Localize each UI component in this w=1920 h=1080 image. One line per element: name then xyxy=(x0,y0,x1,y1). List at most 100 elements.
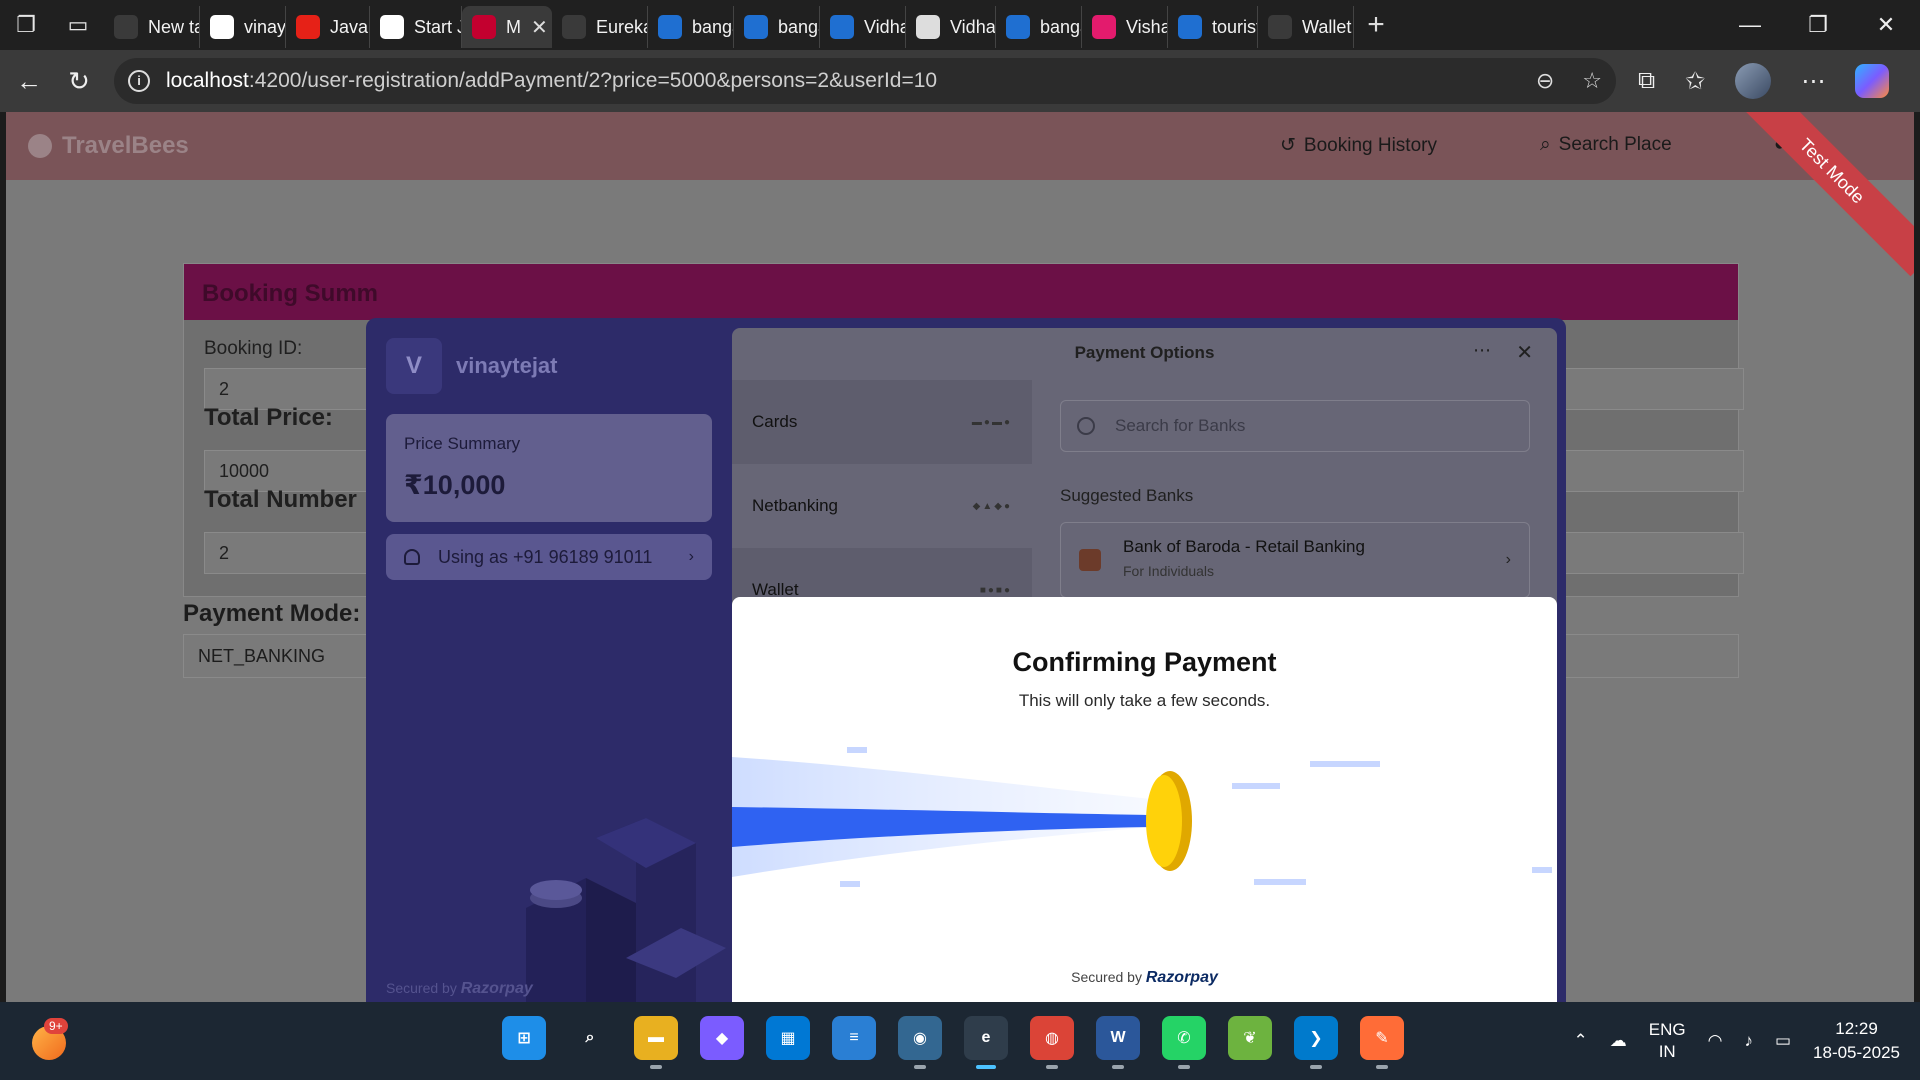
method-netbanking-label: Netbanking xyxy=(752,496,839,515)
method-cards[interactable]: Cards ▬●▬● xyxy=(732,380,1032,464)
battery-icon[interactable]: ▭ xyxy=(1775,1031,1791,1051)
favorite-star-icon[interactable]: ☆ xyxy=(1582,68,1602,94)
onedrive-icon[interactable]: ☁ xyxy=(1610,1031,1627,1051)
buildings-illustration xyxy=(526,818,726,1002)
search-icon: ⌕ xyxy=(1540,134,1551,155)
checkout-sidebar: V vinaytejat Price Summary ₹10,000 Using… xyxy=(366,318,732,1002)
total-price-label: Total Price: xyxy=(204,404,333,431)
browser-tab-label: Start Ja xyxy=(414,16,461,37)
word-icon[interactable]: W xyxy=(1096,1016,1140,1069)
browser-tab[interactable]: bangal xyxy=(648,6,734,48)
coin-transfer-animation xyxy=(732,747,1552,887)
vscode-icon[interactable]: ❯ xyxy=(1294,1016,1338,1069)
brand-logo[interactable]: TravelBees xyxy=(28,132,189,160)
more-options-icon[interactable]: ⋯ xyxy=(1473,340,1491,361)
clock-time: 12:29 xyxy=(1835,1019,1878,1038)
zoom-icon[interactable]: ⊖ xyxy=(1536,68,1554,94)
close-tab-icon[interactable]: ✕ xyxy=(531,15,548,40)
chevron-up-icon[interactable]: ⌃ xyxy=(1574,1031,1588,1051)
browser-tab-label: bangal xyxy=(692,16,733,37)
whatsapp-icon[interactable]: ✆ xyxy=(1162,1016,1206,1069)
browser-tab[interactable]: Vishala xyxy=(1082,6,1168,48)
bank-search-placeholder: Search for Banks xyxy=(1115,416,1246,435)
workspaces-icon[interactable]: ❐ xyxy=(0,0,52,50)
extensions-icon[interactable]: ⧉ xyxy=(1638,67,1655,95)
browser-tab[interactable]: New ta xyxy=(104,6,200,48)
secured-by-left: Secured by Razorpay xyxy=(386,980,533,998)
refresh-icon[interactable]: ↻ xyxy=(54,66,104,97)
browser-tab[interactable]: Eureka xyxy=(552,6,648,48)
more-icon[interactable]: ⋯ xyxy=(1801,67,1825,96)
browser-tab[interactable]: Vidhar xyxy=(820,6,906,48)
start-icon[interactable]: ⊞ xyxy=(502,1016,546,1060)
nav-booking-history-label: Booking History xyxy=(1303,134,1437,156)
url-field[interactable]: i localhost:4200/user-registration/addPa… xyxy=(114,58,1616,104)
browser-tab-label: Java Sp xyxy=(330,16,369,37)
card-network-icons: ▬●▬● xyxy=(971,416,1012,428)
secured-by-right: Secured by Razorpay xyxy=(732,969,1557,987)
chrome-icon[interactable]: ◍ xyxy=(1030,1016,1074,1069)
edge-browser-icon[interactable]: e xyxy=(964,1016,1008,1069)
payment-options-title: Payment Options xyxy=(1074,343,1215,362)
browser-tab[interactable]: Vidhar xyxy=(906,6,996,48)
system-tray: ⌃ ☁ ENG IN ◠ ♪ ▭ 12:29 18-05-2025 xyxy=(1574,1002,1900,1080)
nav-booking-history[interactable]: ↺ Booking History xyxy=(1280,134,1437,157)
close-window-icon[interactable]: ✕ xyxy=(1852,12,1920,38)
confirming-subtitle: This will only take a few seconds. xyxy=(1018,691,1271,710)
pinned-apps: ⊞ ⌕ ▬ ◆ ▦ ≡ ◉ e ◍ W ✆ ❦ ❯ ✎ xyxy=(502,1016,1404,1069)
postman-icon[interactable]: ✎ xyxy=(1360,1016,1404,1069)
close-icon[interactable]: ✕ xyxy=(1516,340,1533,365)
volume-icon[interactable]: ♪ xyxy=(1744,1031,1753,1051)
browser-tab[interactable]: bangal xyxy=(734,6,820,48)
browser-tab[interactable]: tourist xyxy=(1168,6,1258,48)
vertical-tabs-icon[interactable]: ▭ xyxy=(52,0,104,50)
bank-option[interactable]: Bank of Baroda - Retail Banking For Indi… xyxy=(1060,522,1530,598)
browser-tab[interactable]: M ✕ xyxy=(462,6,552,48)
brand-name: TravelBees xyxy=(62,132,189,159)
bing-search-icon xyxy=(830,15,854,39)
globe-icon xyxy=(562,15,586,39)
nav-search-place[interactable]: ⌕ Search Place xyxy=(1540,134,1672,156)
site-info-icon[interactable]: i xyxy=(128,70,150,92)
method-netbanking[interactable]: Netbanking ◆▲◆● xyxy=(732,464,1032,548)
new-tab-button[interactable]: + xyxy=(1354,8,1398,42)
browser-tab-label: vinayst xyxy=(244,16,286,37)
language-indicator[interactable]: ENG IN xyxy=(1649,1019,1686,1063)
copilot-icon[interactable] xyxy=(1855,64,1890,98)
bank-subtitle: For Individuals xyxy=(1123,563,1215,579)
favorites-icon[interactable]: ✩ xyxy=(1685,67,1705,96)
postgresql-icon[interactable]: ◉ xyxy=(898,1016,942,1069)
github-icon xyxy=(210,15,234,39)
contact-details-button[interactable]: Using as +91 96189 91011 › xyxy=(386,534,712,580)
wifi-icon[interactable]: ◠ xyxy=(1708,1031,1723,1051)
bank-logo-icon xyxy=(1079,549,1101,571)
search-icon xyxy=(1077,417,1095,435)
search-icon[interactable]: ⌕ xyxy=(568,1016,612,1060)
user-icon xyxy=(404,549,420,565)
browser-tab[interactable]: Java Sp xyxy=(286,6,370,48)
spring-tools-icon[interactable]: ❦ xyxy=(1228,1016,1272,1060)
restore-icon[interactable]: ❐ xyxy=(1784,12,1852,38)
suggested-banks-title: Suggested Banks xyxy=(1060,486,1194,505)
browser-tab[interactable]: vinayst xyxy=(200,6,286,48)
clock[interactable]: 12:29 18-05-2025 xyxy=(1813,1017,1900,1065)
minimize-icon[interactable]: — xyxy=(1716,12,1784,38)
bank-search-input[interactable]: Search for Banks xyxy=(1060,400,1530,452)
browser-tab[interactable]: Start Ja xyxy=(370,6,462,48)
merchant-header: V vinaytejat xyxy=(386,338,558,394)
browser-tab[interactable]: banga xyxy=(996,6,1082,48)
bing-search-icon xyxy=(658,15,682,39)
bank-logo-icons: ◆▲◆● xyxy=(972,500,1012,512)
bing-search-icon xyxy=(744,15,768,39)
back-icon[interactable]: ← xyxy=(4,66,54,97)
lang-code: ENG xyxy=(1648,1020,1686,1039)
browser-tab-label: banga xyxy=(1040,16,1081,37)
store-icon[interactable]: ▦ xyxy=(766,1016,810,1060)
booking-summary-title: Booking Summ xyxy=(184,264,1738,320)
browser-tab[interactable]: Wallet xyxy=(1258,6,1354,48)
notepad-icon[interactable]: ≡ xyxy=(832,1016,876,1060)
profile-avatar[interactable] xyxy=(1735,63,1772,99)
window-controls: — ❐ ✕ xyxy=(1716,12,1920,38)
copilot-app-icon[interactable]: ◆ xyxy=(700,1016,744,1060)
file-explorer-icon[interactable]: ▬ xyxy=(634,1016,678,1069)
